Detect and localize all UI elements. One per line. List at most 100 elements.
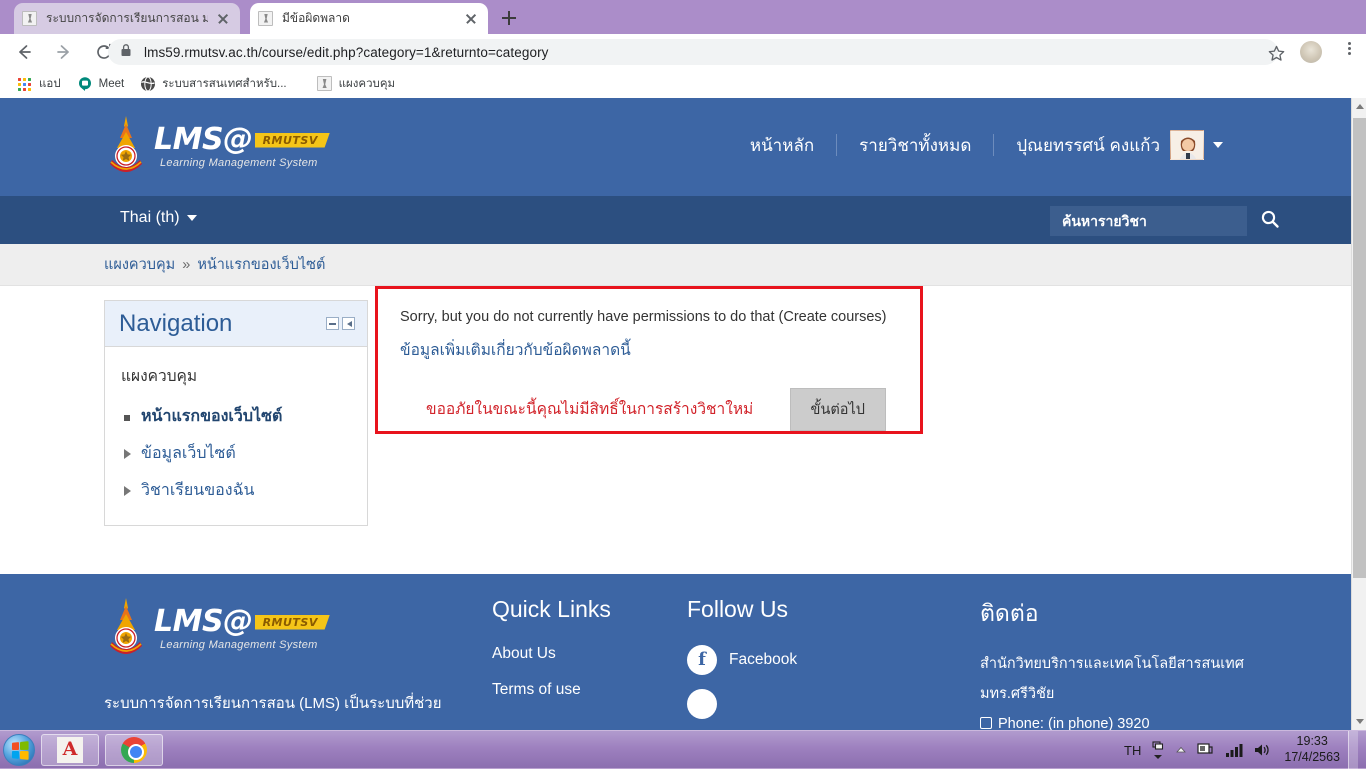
tab-favicon-icon — [22, 10, 38, 27]
system-tray: TH 19:33 17/4/2563 — [1119, 731, 1358, 769]
bookmark-label: ระบบสารสนเทศสำหรับ... — [162, 78, 287, 90]
university-crest-icon — [104, 114, 148, 180]
phone-icon — [980, 716, 992, 729]
breadcrumb-current: หน้าแรกของเว็บไซต์ — [197, 257, 326, 273]
nav-link-all-courses[interactable]: รายวิชาทั้งหมด — [837, 132, 993, 159]
user-avatar[interactable] — [1170, 130, 1204, 160]
sidebar-item-label[interactable]: วิชาเรียนของฉัน — [141, 478, 254, 503]
course-search-box[interactable] — [1050, 206, 1279, 236]
breadcrumb-root[interactable]: แผงควบคุม — [104, 253, 175, 276]
language-label: Thai (th) — [120, 209, 180, 226]
footer-link-about-us[interactable]: About Us — [492, 645, 611, 663]
breadcrumb: แผงควบคุม » หน้าแรกของเว็บไซต์ — [0, 244, 1351, 286]
bookmark-info-system[interactable]: ระบบสารสนเทศสำหรับ... — [133, 72, 293, 96]
nav-link-home[interactable]: หน้าหลัก — [728, 132, 836, 159]
forward-arrow-icon[interactable] — [50, 38, 78, 66]
footer-logo[interactable]: LMS@ RMUTSV Learning Management System — [104, 596, 330, 662]
volume-icon[interactable] — [1253, 742, 1271, 758]
search-icon[interactable] — [1260, 209, 1280, 234]
page-viewport: LMS@ RMUTSV Learning Management System ห… — [0, 98, 1366, 730]
windows-logo-icon — [11, 740, 29, 760]
star-icon[interactable] — [1262, 40, 1290, 68]
tab-close-icon[interactable] — [214, 10, 232, 28]
scrollbar-thumb[interactable] — [1353, 118, 1366, 578]
logo-text: LMS@ RMUTSV Learning Management System — [154, 125, 330, 169]
input-switch-icon[interactable] — [1151, 740, 1165, 760]
continue-button[interactable]: ขั้นต่อไป — [789, 388, 886, 431]
navigation-root-label: แผงควบคุม — [121, 368, 198, 385]
footer-contact-phone-row: Phone: (in phone) 3920 — [980, 714, 1244, 730]
logo-subtitle: Learning Management System — [160, 157, 318, 169]
address-bar[interactable]: lms59.rmutsv.ac.th/course/edit.php?categ… — [108, 39, 1278, 65]
scroll-up-arrow-icon[interactable] — [1352, 98, 1366, 115]
bullet-square-icon — [121, 410, 135, 424]
chrome-taskbar-item[interactable] — [105, 733, 163, 766]
chevron-down-icon[interactable] — [1213, 142, 1223, 148]
profile-avatar-icon[interactable] — [1300, 41, 1322, 63]
page-scrollbar[interactable] — [1351, 98, 1366, 730]
footer-contact-org-line1: สำนักวิทยบริการและเทคโนโลยีสารสนเทศ — [980, 656, 1244, 672]
bookmark-label: Meet — [98, 78, 125, 90]
browser-tab-0[interactable]: ระบบการจัดการเรียนการสอน มหาวิทย — [14, 3, 240, 34]
network-icon[interactable] — [1197, 741, 1215, 759]
chevron-right-icon[interactable] — [121, 447, 135, 461]
apps-grid-icon — [17, 76, 33, 92]
bookmark-dashboard[interactable]: แผงควบคุม — [310, 72, 403, 96]
tab-title: มีข้อผิดพลาด — [282, 11, 350, 25]
university-crest-icon — [104, 596, 148, 662]
bookmarks-bar: แอป Meet ระบบสารสนเทศสำหรับ... แผงควบคุม — [0, 70, 1366, 98]
show-hidden-icons-icon[interactable] — [1175, 744, 1187, 756]
site-footer: LMS@ RMUTSV Learning Management System ร… — [0, 574, 1351, 730]
site-header: LMS@ RMUTSV Learning Management System ห… — [0, 98, 1351, 196]
footer-contact-title: ติดต่อ — [980, 600, 1039, 626]
nav-link-user-name[interactable]: ปุณยทรรศน์ คงแก้ว — [994, 132, 1166, 159]
logo-subtitle: Learning Management System — [160, 639, 318, 651]
social-link-label: Facebook — [729, 651, 798, 668]
site-logo[interactable]: LMS@ RMUTSV Learning Management System — [104, 114, 330, 180]
social-link-secondary[interactable] — [687, 689, 797, 719]
autocad-icon: A — [57, 736, 83, 763]
footer-contact: ติดต่อ สำนักวิทยบริการและเทคโนโลยีสารสนเ… — [980, 596, 1244, 730]
social-link-facebook[interactable]: f Facebook — [687, 645, 797, 675]
sidebar-item-site-pages[interactable]: ข้อมูลเว็บไซต์ — [105, 435, 367, 472]
back-arrow-icon[interactable] — [10, 38, 38, 66]
scroll-down-arrow-icon[interactable] — [1352, 713, 1366, 730]
error-more-info-link[interactable]: ข้อมูลเพิ่มเติมเกี่ยวกับข้อผิดพลาดนี้ — [400, 337, 631, 362]
clock-date: 17/4/2563 — [1284, 750, 1340, 764]
clock[interactable]: 19:33 17/4/2563 — [1284, 734, 1340, 765]
search-input[interactable] — [1060, 212, 1260, 230]
logo-lms-text: LMS@ — [154, 604, 253, 639]
autocad-taskbar-item[interactable]: A — [41, 733, 99, 766]
logo-badge: RMUTSV — [254, 614, 330, 630]
chevron-right-icon[interactable] — [121, 484, 135, 498]
footer-link-terms-of-use[interactable]: Terms of use — [492, 681, 611, 699]
social-circle-icon — [687, 689, 717, 719]
language-selector[interactable]: Thai (th) — [120, 209, 197, 227]
clock-time: 19:33 — [1296, 734, 1328, 749]
sidebar-item-label[interactable]: ข้อมูลเว็บไซต์ — [141, 441, 236, 466]
chrome-icon — [121, 736, 147, 763]
meet-icon — [77, 76, 93, 92]
start-button[interactable] — [3, 733, 35, 766]
sidebar-item-site-home[interactable]: หน้าแรกของเว็บไซต์ — [105, 398, 367, 435]
tab-favicon-icon — [258, 10, 274, 27]
windows-taskbar: A TH 19:33 17/4/2563 — [0, 730, 1366, 769]
minus-icon[interactable] — [326, 317, 339, 330]
tab-close-icon[interactable] — [462, 10, 480, 28]
new-tab-button[interactable] — [494, 4, 524, 32]
logo-main-text: LMS@ RMUTSV — [154, 607, 330, 637]
signal-bars-icon[interactable] — [1225, 742, 1243, 758]
browser-tab-1[interactable]: มีข้อผิดพลาด — [250, 3, 488, 34]
navigation-block-title: Navigation — [119, 309, 233, 337]
sidebar-item-label[interactable]: หน้าแรกของเว็บไซต์ — [141, 404, 282, 429]
dock-left-icon[interactable] — [342, 317, 355, 330]
bookmark-apps[interactable]: แอป — [10, 72, 68, 96]
header-nav: หน้าหลัก รายวิชาทั้งหมด ปุณยทรรศน์ คงแก้… — [728, 130, 1223, 160]
sidebar-item-my-courses[interactable]: วิชาเรียนของฉัน — [105, 472, 367, 509]
show-desktop-button[interactable] — [1348, 731, 1358, 769]
moodle-icon — [316, 76, 333, 92]
bookmark-meet[interactable]: Meet — [70, 72, 132, 96]
three-dot-menu-icon[interactable] — [1340, 42, 1358, 60]
language-indicator[interactable]: TH — [1124, 743, 1141, 758]
facebook-icon: f — [687, 645, 717, 675]
